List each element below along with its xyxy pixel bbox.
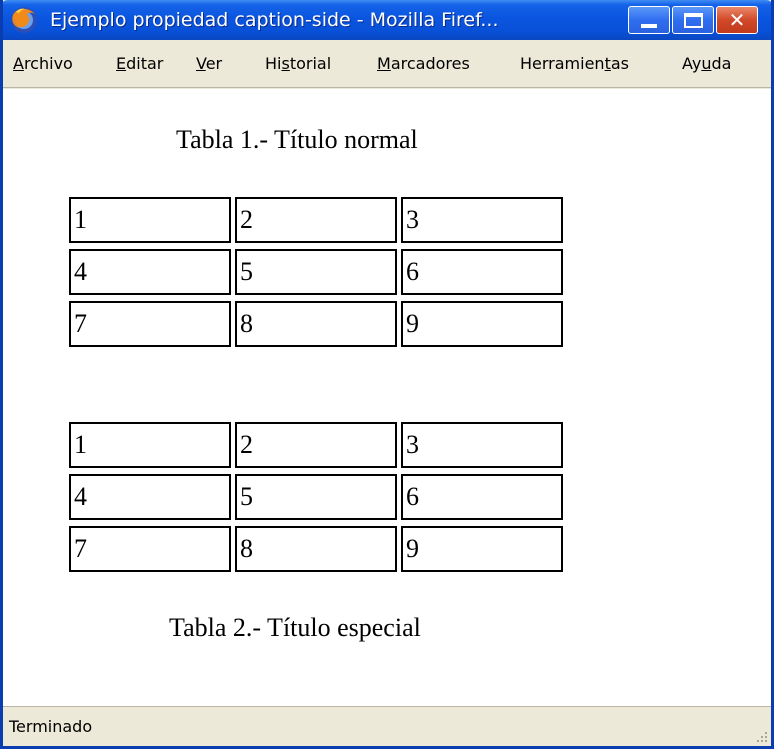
menu-archivo[interactable]: Archivo xyxy=(13,40,73,88)
table-1: 1 2 3 4 5 6 7 8 9 xyxy=(65,197,565,347)
table-cell: 1 xyxy=(69,197,231,243)
table-cell: 4 xyxy=(69,249,231,295)
table-cell: 5 xyxy=(235,474,397,520)
table-cell: 8 xyxy=(235,526,397,572)
menu-label-pre: Herramien xyxy=(520,54,605,73)
menu-label: torial xyxy=(289,54,332,73)
close-icon: ✕ xyxy=(728,8,746,32)
table-cell: 7 xyxy=(69,301,231,347)
firefox-icon xyxy=(11,7,37,33)
table-cell: 9 xyxy=(401,526,563,572)
browser-window: Ejemplo propiedad caption-side - Mozilla… xyxy=(0,0,774,749)
menu-label: as xyxy=(610,54,629,73)
status-text: Terminado xyxy=(9,717,93,736)
table-cell: 3 xyxy=(401,197,563,243)
maximize-icon xyxy=(684,13,703,28)
menu-accel: E xyxy=(116,54,127,73)
table-cell: 4 xyxy=(69,474,231,520)
title-bar[interactable]: Ejemplo propiedad caption-side - Mozilla… xyxy=(3,0,771,40)
menu-label: rchivo xyxy=(23,54,73,73)
menu-editar[interactable]: Editar xyxy=(116,40,163,88)
menu-label-pre: Hi xyxy=(265,54,282,73)
table-cell: 8 xyxy=(235,301,397,347)
menu-label-pre: Ay xyxy=(682,54,702,73)
menu-accel: s xyxy=(281,54,290,73)
minimize-button[interactable] xyxy=(628,6,670,34)
menu-accel: A xyxy=(13,54,24,73)
table-cell: 5 xyxy=(235,249,397,295)
window-title: Ejemplo propiedad caption-side - Mozilla… xyxy=(50,9,499,31)
table-cell: 9 xyxy=(401,301,563,347)
menu-marcadores[interactable]: Marcadores xyxy=(377,40,470,88)
maximize-button[interactable] xyxy=(672,6,714,34)
table-cell: 6 xyxy=(401,474,563,520)
table-cell: 6 xyxy=(401,249,563,295)
close-button[interactable]: ✕ xyxy=(716,6,758,34)
table-cell: 1 xyxy=(69,422,231,468)
menu-ayuda[interactable]: Ayuda xyxy=(682,40,731,88)
menu-label: er xyxy=(205,54,223,73)
menu-label: arcadores xyxy=(390,54,470,73)
menu-accel: M xyxy=(377,54,391,73)
menu-label: da xyxy=(711,54,732,73)
table-cell: 7 xyxy=(69,526,231,572)
table-cell: 2 xyxy=(235,422,397,468)
status-bar: Terminado xyxy=(3,706,771,746)
menu-accel: V xyxy=(196,54,206,73)
menu-herramientas[interactable]: Herramientas xyxy=(520,40,629,88)
table-1-caption: Tabla 1.- Título normal xyxy=(176,125,418,154)
menu-bar: Archivo Editar Ver Historial Marcadores … xyxy=(3,40,771,88)
table-cell: 3 xyxy=(401,422,563,468)
page-content: Tabla 1.- Título normal 1 2 3 4 5 6 7 8 … xyxy=(3,89,771,706)
table-cell: 2 xyxy=(235,197,397,243)
resize-grip-icon[interactable] xyxy=(751,726,769,744)
menu-label: ditar xyxy=(126,54,164,73)
table-2: 1 2 3 4 5 6 7 8 9 xyxy=(65,422,565,572)
menu-ver[interactable]: Ver xyxy=(196,40,222,88)
menu-accel: u xyxy=(701,54,712,73)
table-2-caption: Tabla 2.- Título especial xyxy=(169,613,421,642)
minimize-icon xyxy=(641,24,657,28)
menu-historial[interactable]: Historial xyxy=(265,40,331,88)
